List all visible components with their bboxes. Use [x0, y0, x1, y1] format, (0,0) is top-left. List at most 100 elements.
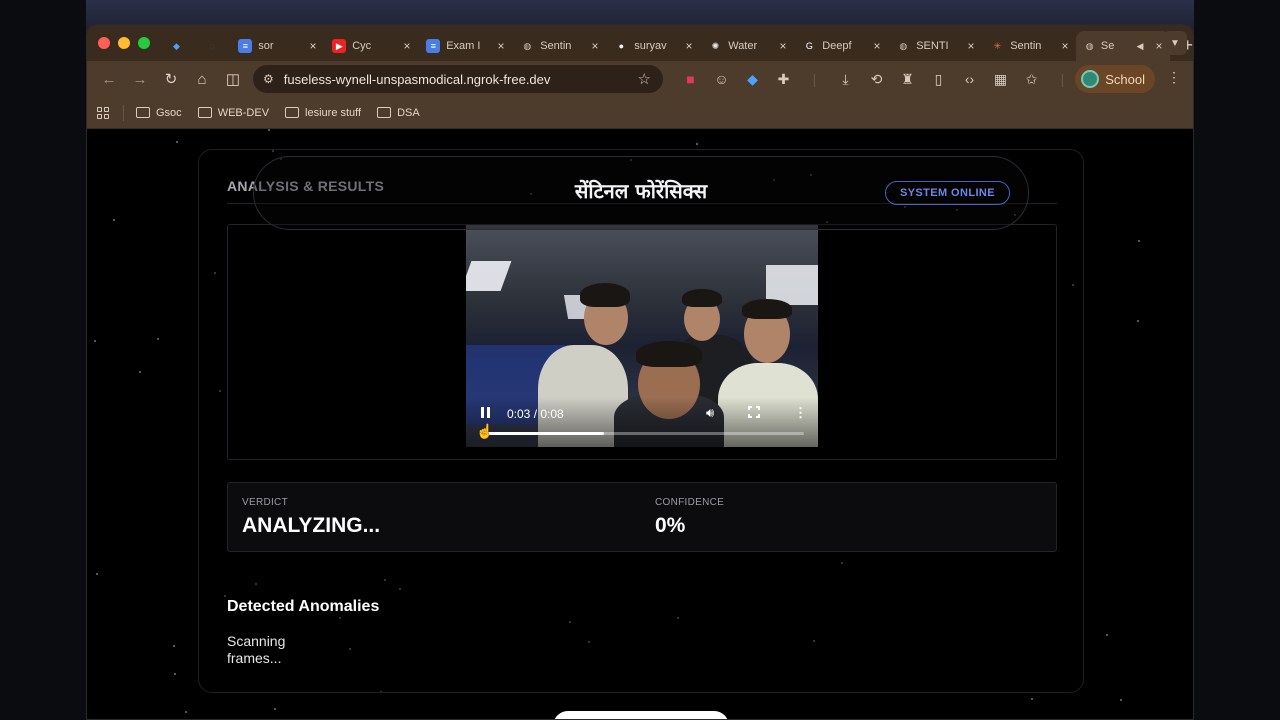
bookmark-gsoc[interactable]: Gsoc: [136, 107, 182, 119]
tab-1[interactable]: ◌: [194, 32, 230, 60]
youtube-icon: ▶: [332, 39, 347, 53]
tab-label: Se: [1100, 40, 1115, 52]
web-page: ANALYSIS & RESULTS 0:03 / 0:08 🔊︎ ⋮ ☝ VE…: [87, 129, 1193, 719]
history-icon[interactable]: ⟲: [861, 65, 892, 93]
browser-window: ◆ ◌ ≡ sor × ▶ Cyc × ≡ Exam I × ◍ Sentin × ● suryav × ✺ Wat…: [86, 24, 1194, 720]
tab-10[interactable]: ✳ Sentin ×: [982, 32, 1076, 60]
volume-icon[interactable]: 🔊︎: [706, 405, 714, 421]
video-frame: 0:03 / 0:08 🔊︎ ⋮ ☝: [227, 224, 1057, 460]
globe-icon: ◍: [523, 40, 532, 51]
star-dot: [696, 143, 698, 145]
bookmark-web-dev[interactable]: WEB-DEV: [197, 106, 270, 119]
bookmark-label: DSA: [397, 106, 420, 119]
verdict-label: VERDICT: [242, 497, 288, 508]
tab-label: Sentin: [1010, 40, 1042, 52]
tab-9[interactable]: ◍ SENTI ×: [888, 32, 982, 60]
analysis-panel: ANALYSIS & RESULTS 0:03 / 0:08 🔊︎ ⋮ ☝ VE…: [198, 149, 1084, 693]
devtools-icon[interactable]: ‹›: [954, 65, 985, 93]
forward-button[interactable]: →: [126, 65, 154, 93]
audio-playing-icon[interactable]: ◀︎: [1137, 41, 1144, 52]
toolbar-divider: |: [812, 71, 817, 87]
site-info-icon[interactable]: ⚙: [263, 72, 274, 86]
bookmark-label: WEB-DEV: [217, 106, 270, 119]
close-tab-icon[interactable]: ×: [591, 39, 598, 53]
tab-label: suryav: [634, 40, 667, 52]
bookmark-dsa[interactable]: DSA: [377, 107, 420, 119]
incognito-icon[interactable]: ♜: [892, 65, 923, 93]
close-tab-icon[interactable]: ×: [779, 39, 786, 53]
star-dot: [113, 219, 115, 221]
anomalies-status: Scanning frames...: [227, 633, 286, 666]
app-navbar: सेंटिनल फोरेंसिक्स SYSTEM ONLINE: [253, 156, 1029, 230]
bottom-action-button[interactable]: [553, 711, 729, 719]
video-scene-light: [466, 261, 512, 291]
favorites-icon[interactable]: ✩: [1016, 65, 1047, 93]
tab-layout-icon[interactable]: ▦: [985, 65, 1016, 93]
pause-icon[interactable]: [480, 407, 492, 419]
tabs: ◆ ◌ ≡ sor × ▶ Cyc × ≡ Exam I × ◍ Sentin × ● suryav × ✺ Wat…: [158, 25, 1171, 61]
home-button[interactable]: ⌂: [188, 65, 216, 93]
close-window-button[interactable]: [98, 37, 110, 49]
tab-3[interactable]: ▶ Cyc ×: [324, 32, 418, 60]
globe-icon: ◍: [899, 40, 908, 51]
video-progress-track[interactable]: [484, 432, 804, 435]
bookmark-lesiure-stuff[interactable]: lesiure stuff: [285, 107, 361, 119]
reading-mode-icon[interactable]: ▯: [923, 65, 954, 93]
side-panel-button[interactable]: ◫: [219, 65, 247, 93]
close-tab-icon[interactable]: ×: [873, 39, 880, 53]
confidence-value: 0%: [655, 514, 686, 537]
star-dot: [176, 141, 178, 143]
back-button[interactable]: ←: [95, 65, 123, 93]
fullscreen-icon[interactable]: [748, 406, 760, 418]
folder-icon: [136, 107, 150, 118]
tab-0[interactable]: ◆: [158, 32, 194, 60]
close-tab-icon[interactable]: ×: [1155, 39, 1162, 53]
browser-menu-icon[interactable]: ⋮: [1167, 69, 1181, 86]
url-text: fuseless-wynell-unspasmodical.ngrok-free…: [283, 71, 551, 87]
openai-icon: ✺: [711, 40, 720, 51]
star-dot: [174, 673, 176, 675]
more-options-icon[interactable]: ⋮: [794, 405, 807, 421]
address-bar[interactable]: ⚙ fuseless-wynell-unspasmodical.ngrok-fr…: [253, 65, 663, 93]
close-tab-icon[interactable]: ×: [309, 39, 316, 53]
extension-red-icon[interactable]: ■: [675, 65, 706, 93]
minimize-window-button[interactable]: [118, 37, 130, 49]
star-dot: [1120, 699, 1122, 701]
reload-button[interactable]: ↻: [157, 65, 185, 93]
confidence-label: CONFIDENCE: [655, 497, 725, 508]
verdict-column: VERDICT ANALYZING...: [242, 497, 380, 538]
video-person-hair: [742, 299, 792, 319]
profile-button[interactable]: School: [1075, 65, 1155, 93]
tab-8[interactable]: G Deepf ×: [794, 32, 888, 60]
star-dot: [185, 711, 187, 713]
close-tab-icon[interactable]: ×: [497, 39, 504, 53]
extensions-puzzle-icon[interactable]: ✚: [768, 65, 799, 93]
tab-search-button[interactable]: ▼: [1163, 31, 1187, 55]
extension-gem-icon[interactable]: ◆: [737, 65, 768, 93]
close-tab-icon[interactable]: ×: [685, 39, 692, 53]
tab-label: Deepf: [822, 40, 852, 52]
maximize-window-button[interactable]: [138, 37, 150, 49]
tab-4[interactable]: ≡ Exam I ×: [418, 32, 512, 60]
apps-grid-icon[interactable]: [97, 106, 109, 119]
mouse-cursor-icon: ☝: [476, 423, 494, 439]
star-dot: [139, 371, 141, 373]
toolbar-divider-2: |: [1060, 71, 1065, 87]
tab-5[interactable]: ◍ Sentin ×: [512, 32, 606, 60]
video-person-hair: [682, 289, 722, 307]
video-player[interactable]: 0:03 / 0:08 🔊︎ ⋮ ☝: [466, 225, 818, 447]
video-progress-fill: [484, 432, 604, 435]
tab-6[interactable]: ● suryav ×: [606, 32, 700, 60]
tab-2[interactable]: ≡ sor ×: [230, 32, 324, 60]
close-tab-icon[interactable]: ×: [967, 39, 974, 53]
folder-icon: [285, 107, 300, 118]
tab-7[interactable]: ✺ Water ×: [700, 32, 794, 60]
claude-icon: ✳: [993, 40, 1002, 51]
extension-mask-icon[interactable]: ☺: [706, 65, 737, 93]
tab-11[interactable]: ◍ Se ◀︎ ×: [1076, 31, 1171, 61]
verdict-box: VERDICT ANALYZING... CONFIDENCE 0%: [227, 482, 1057, 552]
bookmark-star-icon[interactable]: ☆: [638, 70, 651, 88]
close-tab-icon[interactable]: ×: [1061, 39, 1068, 53]
download-icon[interactable]: ⤓: [830, 65, 861, 93]
close-tab-icon[interactable]: ×: [403, 39, 410, 53]
